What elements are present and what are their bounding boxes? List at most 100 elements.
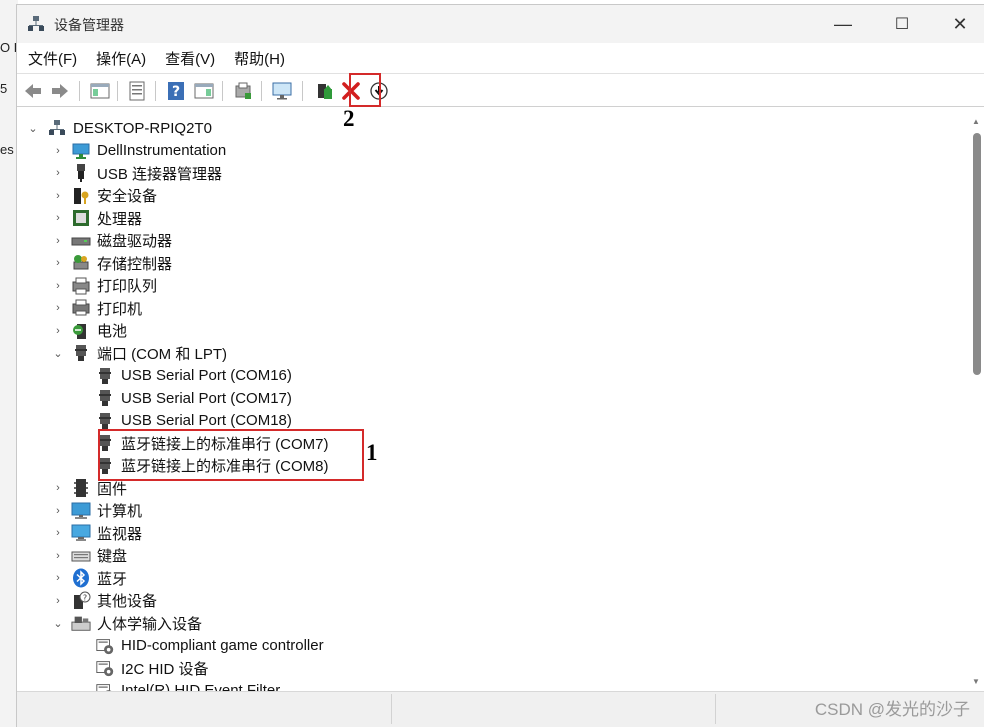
properties-page-icon[interactable] — [126, 80, 148, 102]
tree-category-label: DellInstrumentation — [97, 142, 227, 159]
chevron-right-icon[interactable]: › — [52, 505, 64, 517]
menu-bar: 文件(F) 操作(A) 查看(V) 帮助(H) — [17, 43, 984, 73]
update-driver-icon[interactable] — [313, 80, 335, 102]
scroll-down-arrow-icon[interactable]: ▼ — [971, 677, 981, 686]
device-manager-app-icon — [27, 15, 45, 33]
tree-device-item[interactable]: Intel(R) HID Event Filter — [19, 680, 419, 691]
tree-device-label: Intel(R) HID Event Filter — [121, 682, 281, 691]
tree-category-bluetooth[interactable]: › 蓝牙 — [19, 567, 419, 589]
tree-category-label: 打印队列 — [97, 278, 158, 295]
print-export-icon[interactable] — [232, 80, 254, 102]
scan-hardware-changes-icon[interactable] — [271, 80, 293, 102]
csdn-watermark: CSDN @发光的沙子 — [814, 700, 970, 719]
help-icon[interactable]: ? — [165, 80, 187, 102]
tree-category-keyboard[interactable]: › 键盘 — [19, 545, 419, 567]
tree-device-label: USB Serial Port (COM18) — [121, 412, 292, 429]
forward-arrow-icon[interactable] — [49, 80, 71, 102]
disk-drive-icon — [71, 231, 91, 251]
tree-device-label: USB Serial Port (COM17) — [121, 389, 292, 407]
chevron-right-icon[interactable]: › — [52, 325, 64, 337]
keyboard-icon — [71, 546, 91, 566]
minimize-button[interactable]: — — [820, 5, 866, 43]
tree-category-label: 存储控制器 — [97, 255, 173, 273]
status-separator — [391, 694, 392, 724]
tree-device-label: USB Serial Port (COM16) — [121, 367, 292, 384]
annotation-marker-1: 1 — [366, 440, 378, 465]
chevron-right-icon[interactable]: › — [52, 167, 64, 179]
tree-category-label: 安全设备 — [97, 188, 158, 205]
tree-category-monitor-network[interactable]: › DellInstrumentation — [19, 140, 419, 162]
tree-category-monitor[interactable]: › 监视器 — [19, 522, 419, 544]
processor-chip-icon — [71, 208, 91, 228]
tree-device-label: HID-compliant game controller — [121, 637, 324, 654]
tree-category-storage-controller[interactable]: › 存储控制器 — [19, 252, 419, 274]
tree-category-processor-chip[interactable]: › 处理器 — [19, 207, 419, 229]
tree-category-security-key[interactable]: › 安全设备 — [19, 185, 419, 207]
computer-network-icon — [47, 118, 67, 138]
tree-category-label: 键盘 — [97, 548, 128, 565]
tree-category-port-connector[interactable]: ⌄ 端口 (COM 和 LPT) — [19, 342, 419, 364]
tree-root-computer[interactable]: ⌄ DESKTOP-RPIQ2T0 — [19, 117, 319, 139]
chevron-right-icon[interactable]: › — [52, 235, 64, 247]
hid-device-icon — [71, 613, 91, 633]
tree-category-label: 监视器 — [97, 525, 143, 543]
tree-device-item[interactable]: USB Serial Port (COM16) — [19, 365, 419, 387]
computer-name: DESKTOP-RPIQ2T0 — [73, 119, 212, 137]
tree-category-label: 电池 — [97, 323, 128, 340]
action-pane-icon[interactable] — [193, 80, 215, 102]
chevron-down-icon[interactable]: ⌄ — [52, 617, 64, 630]
bluetooth-icon — [71, 568, 91, 588]
tree-category-label: USB 连接器管理器 — [97, 165, 223, 183]
com-ports-highlight-box — [98, 429, 364, 481]
tree-device-item[interactable]: I2C HID 设备 — [19, 657, 419, 679]
tree-category-label: 蓝牙 — [97, 570, 128, 588]
scroll-up-arrow-icon[interactable]: ▲ — [971, 117, 981, 126]
tree-category-unknown-device[interactable]: ›? 其他设备 — [19, 590, 419, 612]
maximize-button[interactable]: ☐ — [879, 5, 925, 43]
serial-port-icon — [95, 411, 115, 431]
chevron-right-icon[interactable]: › — [52, 280, 64, 292]
chevron-right-icon[interactable]: › — [52, 302, 64, 314]
hid-device-icon — [95, 658, 115, 678]
svg-text:?: ? — [172, 84, 180, 100]
chevron-right-icon[interactable]: › — [52, 595, 64, 607]
menu-action[interactable]: 操作(A) — [96, 48, 146, 69]
chevron-down-icon[interactable]: ⌄ — [52, 347, 64, 360]
tree-device-item[interactable]: USB Serial Port (COM17) — [19, 387, 419, 409]
chevron-right-icon[interactable]: › — [52, 145, 64, 157]
close-button[interactable]: ✕ — [937, 5, 983, 43]
chevron-right-icon[interactable]: › — [52, 190, 64, 202]
menu-help[interactable]: 帮助(H) — [234, 48, 285, 69]
tree-device-item[interactable]: HID-compliant game controller — [19, 635, 419, 657]
uninstall-highlight-box — [349, 73, 381, 107]
tree-category-disk-drive[interactable]: › 磁盘驱动器 — [19, 230, 419, 252]
chevron-right-icon[interactable]: › — [52, 550, 64, 562]
status-separator — [715, 694, 716, 724]
chevron-down-icon[interactable]: ⌄ — [27, 122, 39, 135]
menu-view[interactable]: 查看(V) — [165, 48, 215, 69]
tree-category-hid-device[interactable]: ⌄ 人体学输入设备 — [19, 612, 419, 634]
vertical-scrollbar[interactable]: ▲ ▼ — [968, 111, 984, 691]
show-hide-console-tree-icon[interactable] — [89, 80, 111, 102]
tree-category-printer-queue[interactable]: › 打印队列 — [19, 275, 419, 297]
chevron-right-icon[interactable]: › — [52, 257, 64, 269]
tree-category-computer[interactable]: › 计算机 — [19, 500, 419, 522]
tree-category-printer[interactable]: › 打印机 — [19, 297, 419, 319]
toolbar-separator — [155, 81, 156, 101]
chevron-right-icon[interactable]: › — [52, 572, 64, 584]
toolbar-separator — [222, 81, 223, 101]
monitor-network-icon — [71, 141, 91, 161]
chevron-right-icon[interactable]: › — [52, 527, 64, 539]
battery-icon — [71, 321, 91, 341]
printer-icon — [71, 298, 91, 318]
window-title: 设备管理器 — [54, 17, 124, 33]
chevron-right-icon[interactable]: › — [52, 212, 64, 224]
scroll-thumb[interactable] — [973, 133, 981, 375]
menu-file[interactable]: 文件(F) — [28, 48, 77, 69]
tree-category-battery[interactable]: › 电池 — [19, 320, 419, 342]
title-bar[interactable]: 设备管理器 — ☐ ✕ — [17, 5, 984, 43]
back-arrow-icon[interactable] — [22, 80, 44, 102]
tree-category-usb-plug[interactable]: › USB 连接器管理器 — [19, 162, 419, 184]
chevron-right-icon[interactable]: › — [52, 482, 64, 494]
tree-category-label: 其他设备 — [97, 593, 158, 610]
